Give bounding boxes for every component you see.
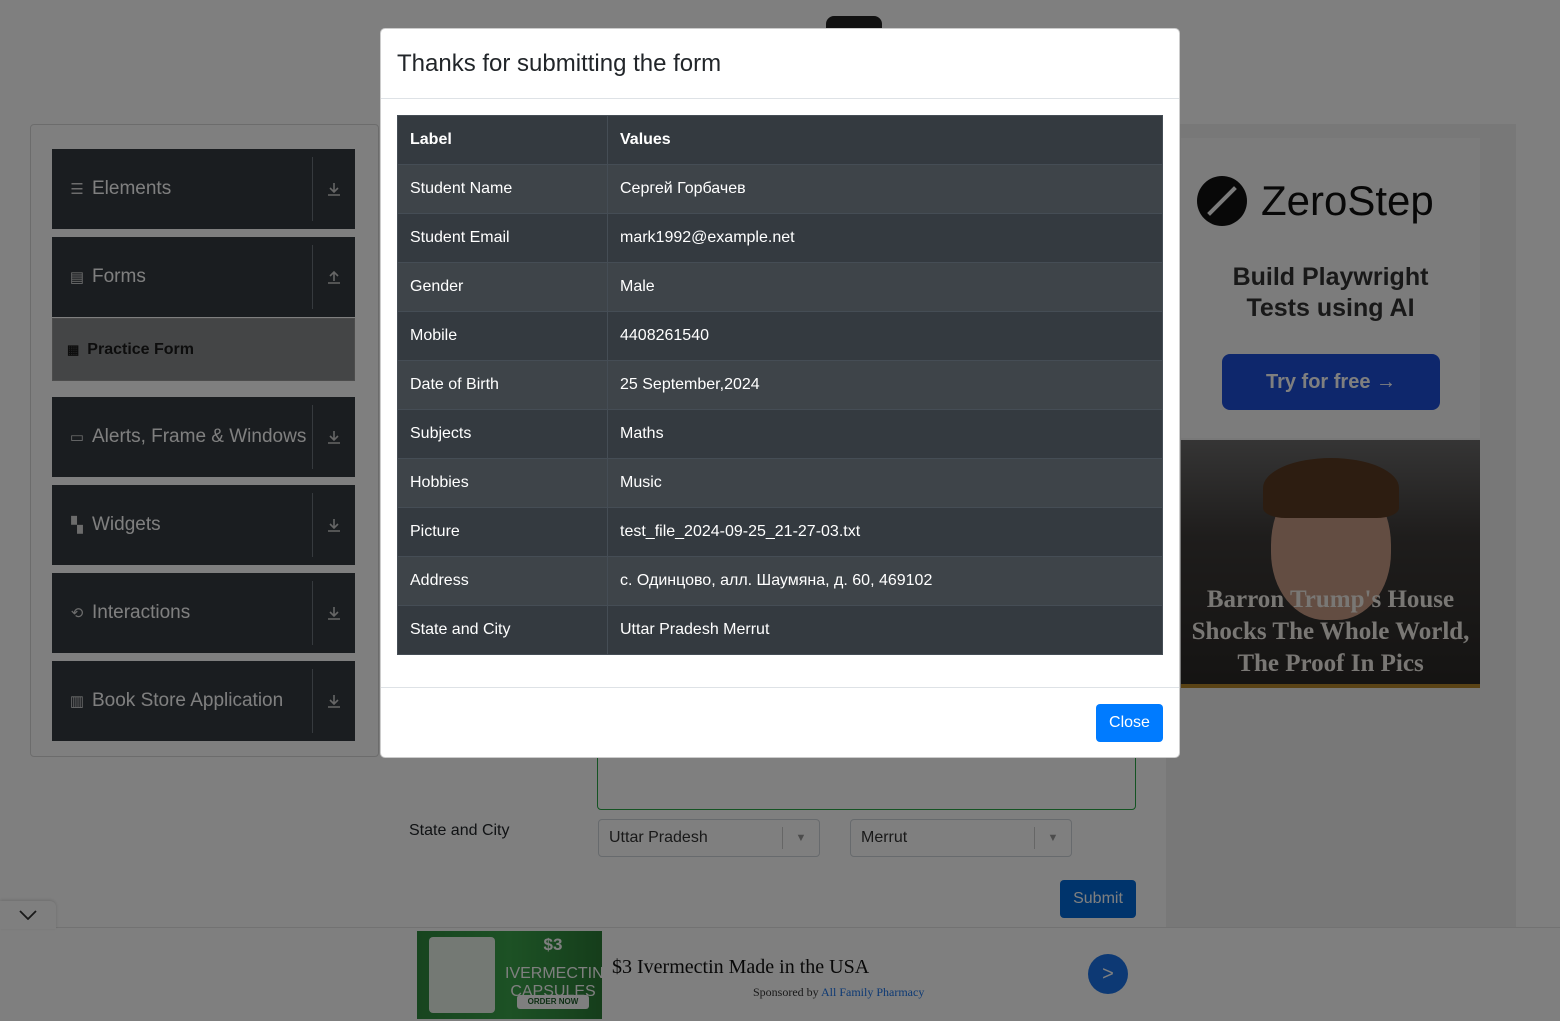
row-value: с. Одинцово, алл. Шаумяна, д. 60, 469102: [607, 556, 1163, 606]
row-value: 25 September,2024: [607, 360, 1163, 410]
row-label: Address: [397, 556, 608, 606]
modal-header: Thanks for submitting the form: [381, 29, 1179, 99]
row-label: Gender: [397, 262, 608, 312]
table-row: Picture test_file_2024-09-25_21-27-03.txt: [397, 507, 1163, 557]
close-button[interactable]: Close: [1096, 704, 1163, 742]
row-label: Date of Birth: [397, 360, 608, 410]
modal-title: Thanks for submitting the form: [397, 49, 722, 77]
table-row: Student Name Сергей Горбачев: [397, 164, 1163, 214]
row-label: Student Email: [397, 213, 608, 263]
row-value: Music: [607, 458, 1163, 508]
column-header: Values: [607, 115, 1163, 165]
column-header: Label: [397, 115, 608, 165]
table-row: Hobbies Music: [397, 458, 1163, 508]
table-row: Student Email mark1992@example.net: [397, 213, 1163, 263]
row-value: Male: [607, 262, 1163, 312]
table-row: Address с. Одинцово, алл. Шаумяна, д. 60,…: [397, 556, 1163, 606]
row-value: mark1992@example.net: [607, 213, 1163, 263]
results-table: Label Values Student Name Сергей Горбачев…: [397, 115, 1163, 655]
modal-footer: Close: [381, 687, 1179, 758]
modal-body: Label Values Student Name Сергей Горбачев…: [381, 99, 1179, 671]
row-value: test_file_2024-09-25_21-27-03.txt: [607, 507, 1163, 557]
row-value: Uttar Pradesh Merrut: [607, 605, 1163, 655]
row-label: Subjects: [397, 409, 608, 459]
row-label: State and City: [397, 605, 608, 655]
submission-modal: Thanks for submitting the form Label Val…: [380, 28, 1180, 758]
table-row: State and City Uttar Pradesh Merrut: [397, 605, 1163, 655]
row-label: Student Name: [397, 164, 608, 214]
table-row: Subjects Maths: [397, 409, 1163, 459]
table-row: Mobile 4408261540: [397, 311, 1163, 361]
row-value: 4408261540: [607, 311, 1163, 361]
row-value: Maths: [607, 409, 1163, 459]
row-label: Picture: [397, 507, 608, 557]
row-value: Сергей Горбачев: [607, 164, 1163, 214]
table-row: Gender Male: [397, 262, 1163, 312]
row-label: Mobile: [397, 311, 608, 361]
table-row: Date of Birth 25 September,2024: [397, 360, 1163, 410]
row-label: Hobbies: [397, 458, 608, 508]
